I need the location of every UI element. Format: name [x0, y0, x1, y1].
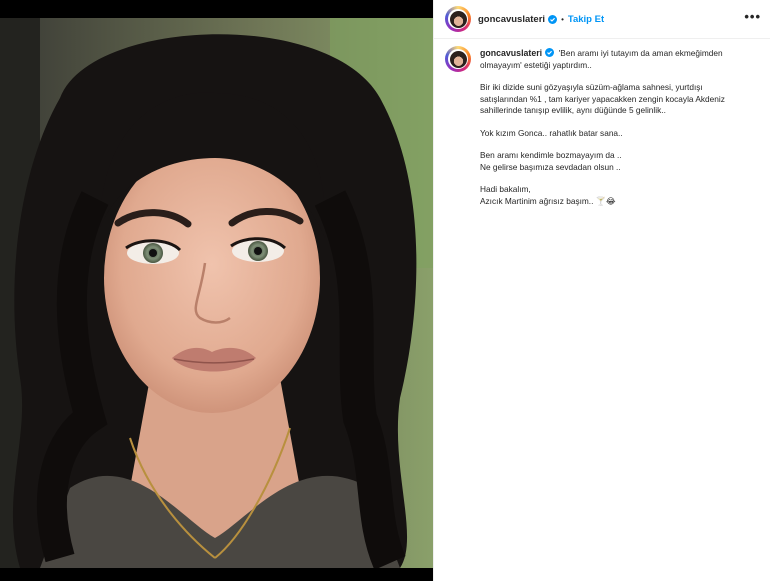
caption-username[interactable]: goncavuslateri	[480, 48, 542, 58]
username-link[interactable]: goncavuslateri	[478, 14, 545, 25]
caption-line: olmayayım' estetiği yaptırdım..	[480, 59, 592, 70]
avatar-image	[449, 50, 467, 68]
caption-line: Ben aramı kendimle bozmayayım da ..	[480, 150, 622, 160]
instagram-post-frame: goncavuslateri • Takip Et ••• goncavusla…	[0, 0, 770, 581]
caption-gap	[480, 139, 763, 150]
caption-line: Yok kızım Gonca.. rahatlık batar sana..	[480, 127, 623, 138]
caption-line-text: 'Ben aramı iyi tutayım da aman ekmeğimde…	[558, 48, 723, 58]
caption-line: satışlarından %1 , tam kariyer yapacakke…	[480, 93, 725, 104]
caption-line: Ne gelirse başımıza sevdadan olsun ..	[480, 161, 621, 172]
follow-button[interactable]: Takip Et	[568, 14, 604, 25]
post-photo[interactable]	[0, 18, 433, 568]
caption-line: goncavuslateri 'Ben aramı iyi tutayım da…	[480, 48, 763, 60]
separator-dot: •	[561, 14, 564, 24]
more-options-icon[interactable]: •••	[744, 10, 761, 23]
caption-gap	[480, 117, 763, 128]
avatar[interactable]	[445, 6, 471, 32]
verified-badge-icon	[545, 48, 555, 57]
caption-line: Azıcık Martinim ağrısız başım.. 🍸😂	[480, 195, 616, 206]
caption-gap	[480, 173, 763, 184]
caption-avatar[interactable]	[445, 46, 471, 72]
verified-badge-icon	[548, 14, 558, 24]
caption-gap	[480, 71, 763, 82]
caption-line: sahillerinde tanışıp evlilik, aynı düğün…	[480, 105, 666, 115]
post-side-panel: goncavuslateri • Takip Et ••• goncavusla…	[433, 0, 770, 581]
caption-text: goncavuslateri 'Ben aramı iyi tutayım da…	[480, 48, 763, 207]
selfie-image	[0, 18, 433, 568]
caption-line: Hadi bakalım,	[480, 184, 531, 194]
post-header: goncavuslateri • Takip Et •••	[434, 0, 770, 39]
avatar-image	[449, 10, 467, 28]
caption-line: Bir iki dizide suni gözyaşıyla süzüm-ağl…	[480, 82, 703, 92]
